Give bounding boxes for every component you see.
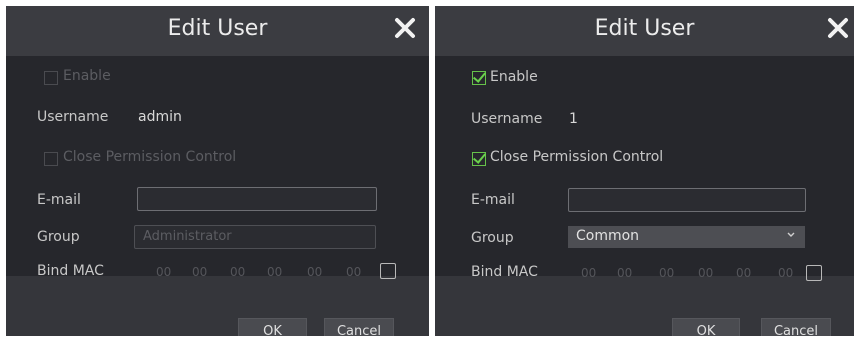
bind-mac-label: Bind MAC bbox=[37, 263, 104, 279]
close-permission-label: Close Permission Control bbox=[490, 149, 664, 165]
dialog-body: Enable Username admin Close Permission C… bbox=[6, 56, 429, 336]
ok-button[interactable]: OK bbox=[672, 318, 740, 336]
email-input[interactable] bbox=[568, 188, 806, 212]
username-label: Username bbox=[471, 111, 543, 127]
ok-button[interactable]: OK bbox=[238, 318, 307, 336]
group-label: Group bbox=[37, 229, 80, 245]
mac-octet[interactable]: 00 bbox=[346, 265, 361, 279]
email-label: E-mail bbox=[37, 192, 81, 208]
dialog-titlebar: Edit User bbox=[6, 6, 429, 56]
enable-checkbox bbox=[44, 71, 58, 85]
enable-label: Enable bbox=[63, 68, 111, 84]
bind-mac-checkbox[interactable] bbox=[806, 265, 822, 281]
username-label: Username bbox=[37, 109, 109, 125]
email-label: E-mail bbox=[471, 192, 515, 208]
chevron-down-icon bbox=[787, 232, 795, 237]
mac-octet[interactable]: 00 bbox=[581, 266, 596, 280]
close-permission-checkbox bbox=[44, 152, 58, 166]
mac-octet[interactable]: 00 bbox=[230, 265, 245, 279]
mac-octet[interactable]: 00 bbox=[267, 265, 282, 279]
cancel-button[interactable]: Cancel bbox=[324, 318, 394, 336]
mac-octet[interactable]: 00 bbox=[617, 266, 632, 280]
bind-mac-checkbox[interactable] bbox=[380, 263, 396, 279]
group-select-value: Common bbox=[576, 228, 640, 244]
close-permission-label: Close Permission Control bbox=[63, 149, 237, 165]
group-label: Group bbox=[471, 230, 514, 246]
dialog-titlebar: Edit User bbox=[435, 6, 854, 56]
enable-label: Enable bbox=[490, 69, 538, 85]
email-input[interactable] bbox=[137, 187, 377, 211]
enable-checkbox[interactable] bbox=[472, 71, 486, 85]
dialog-body: Enable Username 1 Close Permission Contr… bbox=[435, 56, 854, 336]
mac-octet[interactable]: 00 bbox=[192, 265, 207, 279]
dialog-title: Edit User bbox=[594, 16, 695, 41]
edit-user-dialog-common: Edit User Enable Username 1 Close Permis… bbox=[435, 6, 854, 336]
username-value: 1 bbox=[569, 111, 578, 127]
close-permission-checkbox[interactable] bbox=[472, 152, 486, 166]
username-value: admin bbox=[138, 109, 182, 125]
mac-octet[interactable]: 00 bbox=[736, 266, 751, 280]
mac-octet[interactable]: 00 bbox=[698, 266, 713, 280]
edit-user-dialog-admin: Edit User Enable Username admin Close Pe… bbox=[6, 6, 429, 336]
mac-octet[interactable]: 00 bbox=[778, 266, 793, 280]
group-select[interactable]: Common bbox=[568, 226, 805, 248]
close-icon[interactable] bbox=[826, 16, 850, 40]
mac-octet[interactable]: 00 bbox=[659, 266, 674, 280]
close-icon[interactable] bbox=[393, 16, 417, 40]
mac-octet[interactable]: 00 bbox=[307, 265, 322, 279]
mac-octet[interactable]: 00 bbox=[156, 265, 171, 279]
bind-mac-label: Bind MAC bbox=[471, 264, 538, 280]
cancel-button[interactable]: Cancel bbox=[761, 318, 831, 336]
group-field: Administrator bbox=[134, 225, 376, 249]
dialog-title: Edit User bbox=[167, 16, 268, 41]
